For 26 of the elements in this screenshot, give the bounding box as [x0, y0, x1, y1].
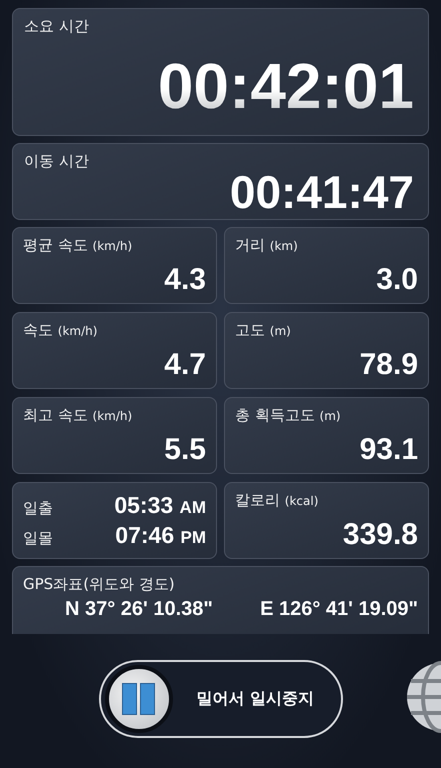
stat-value: 339.8	[342, 520, 418, 550]
stat-value: 93.1	[360, 435, 418, 465]
stat-label: 거리 (km)	[235, 236, 299, 255]
sun-label: 일몰	[23, 528, 53, 548]
timer-value: 00:41:47	[230, 169, 414, 215]
stat-value: 4.3	[164, 265, 206, 295]
swipe-hint: 밀어서 일시중지	[196, 688, 314, 710]
stat-label: 속도 (km/h)	[23, 321, 98, 340]
pause-button[interactable]	[104, 665, 172, 733]
stat-value: 5.5	[164, 435, 206, 465]
gps-label: GPS좌표(위도와 경도)	[23, 575, 176, 594]
timer-label: 소요 시간	[24, 17, 90, 36]
sun-time: 05:33 AM	[114, 492, 206, 520]
stat-value: 78.9	[360, 350, 418, 380]
stat-label: 칼로리 (kcal)	[235, 491, 320, 510]
stat-label: 총 획득고도 (m)	[235, 406, 342, 425]
latitude-value: N 37° 26' 10.38"	[65, 598, 213, 621]
longitude-value: E 126° 41' 19.09"	[260, 598, 418, 621]
stat-value: 4.7	[164, 350, 206, 380]
sun-time: 07:46 PM	[115, 522, 206, 549]
stat-label: 평균 속도 (km/h)	[23, 236, 134, 255]
timer-label: 이동 시간	[24, 152, 90, 171]
sun-label: 일출	[23, 499, 53, 518]
stat-value: 3.0	[376, 265, 418, 295]
stat-label: 최고 속도 (km/h)	[23, 406, 134, 425]
stat-label: 고도 (m)	[235, 321, 292, 340]
